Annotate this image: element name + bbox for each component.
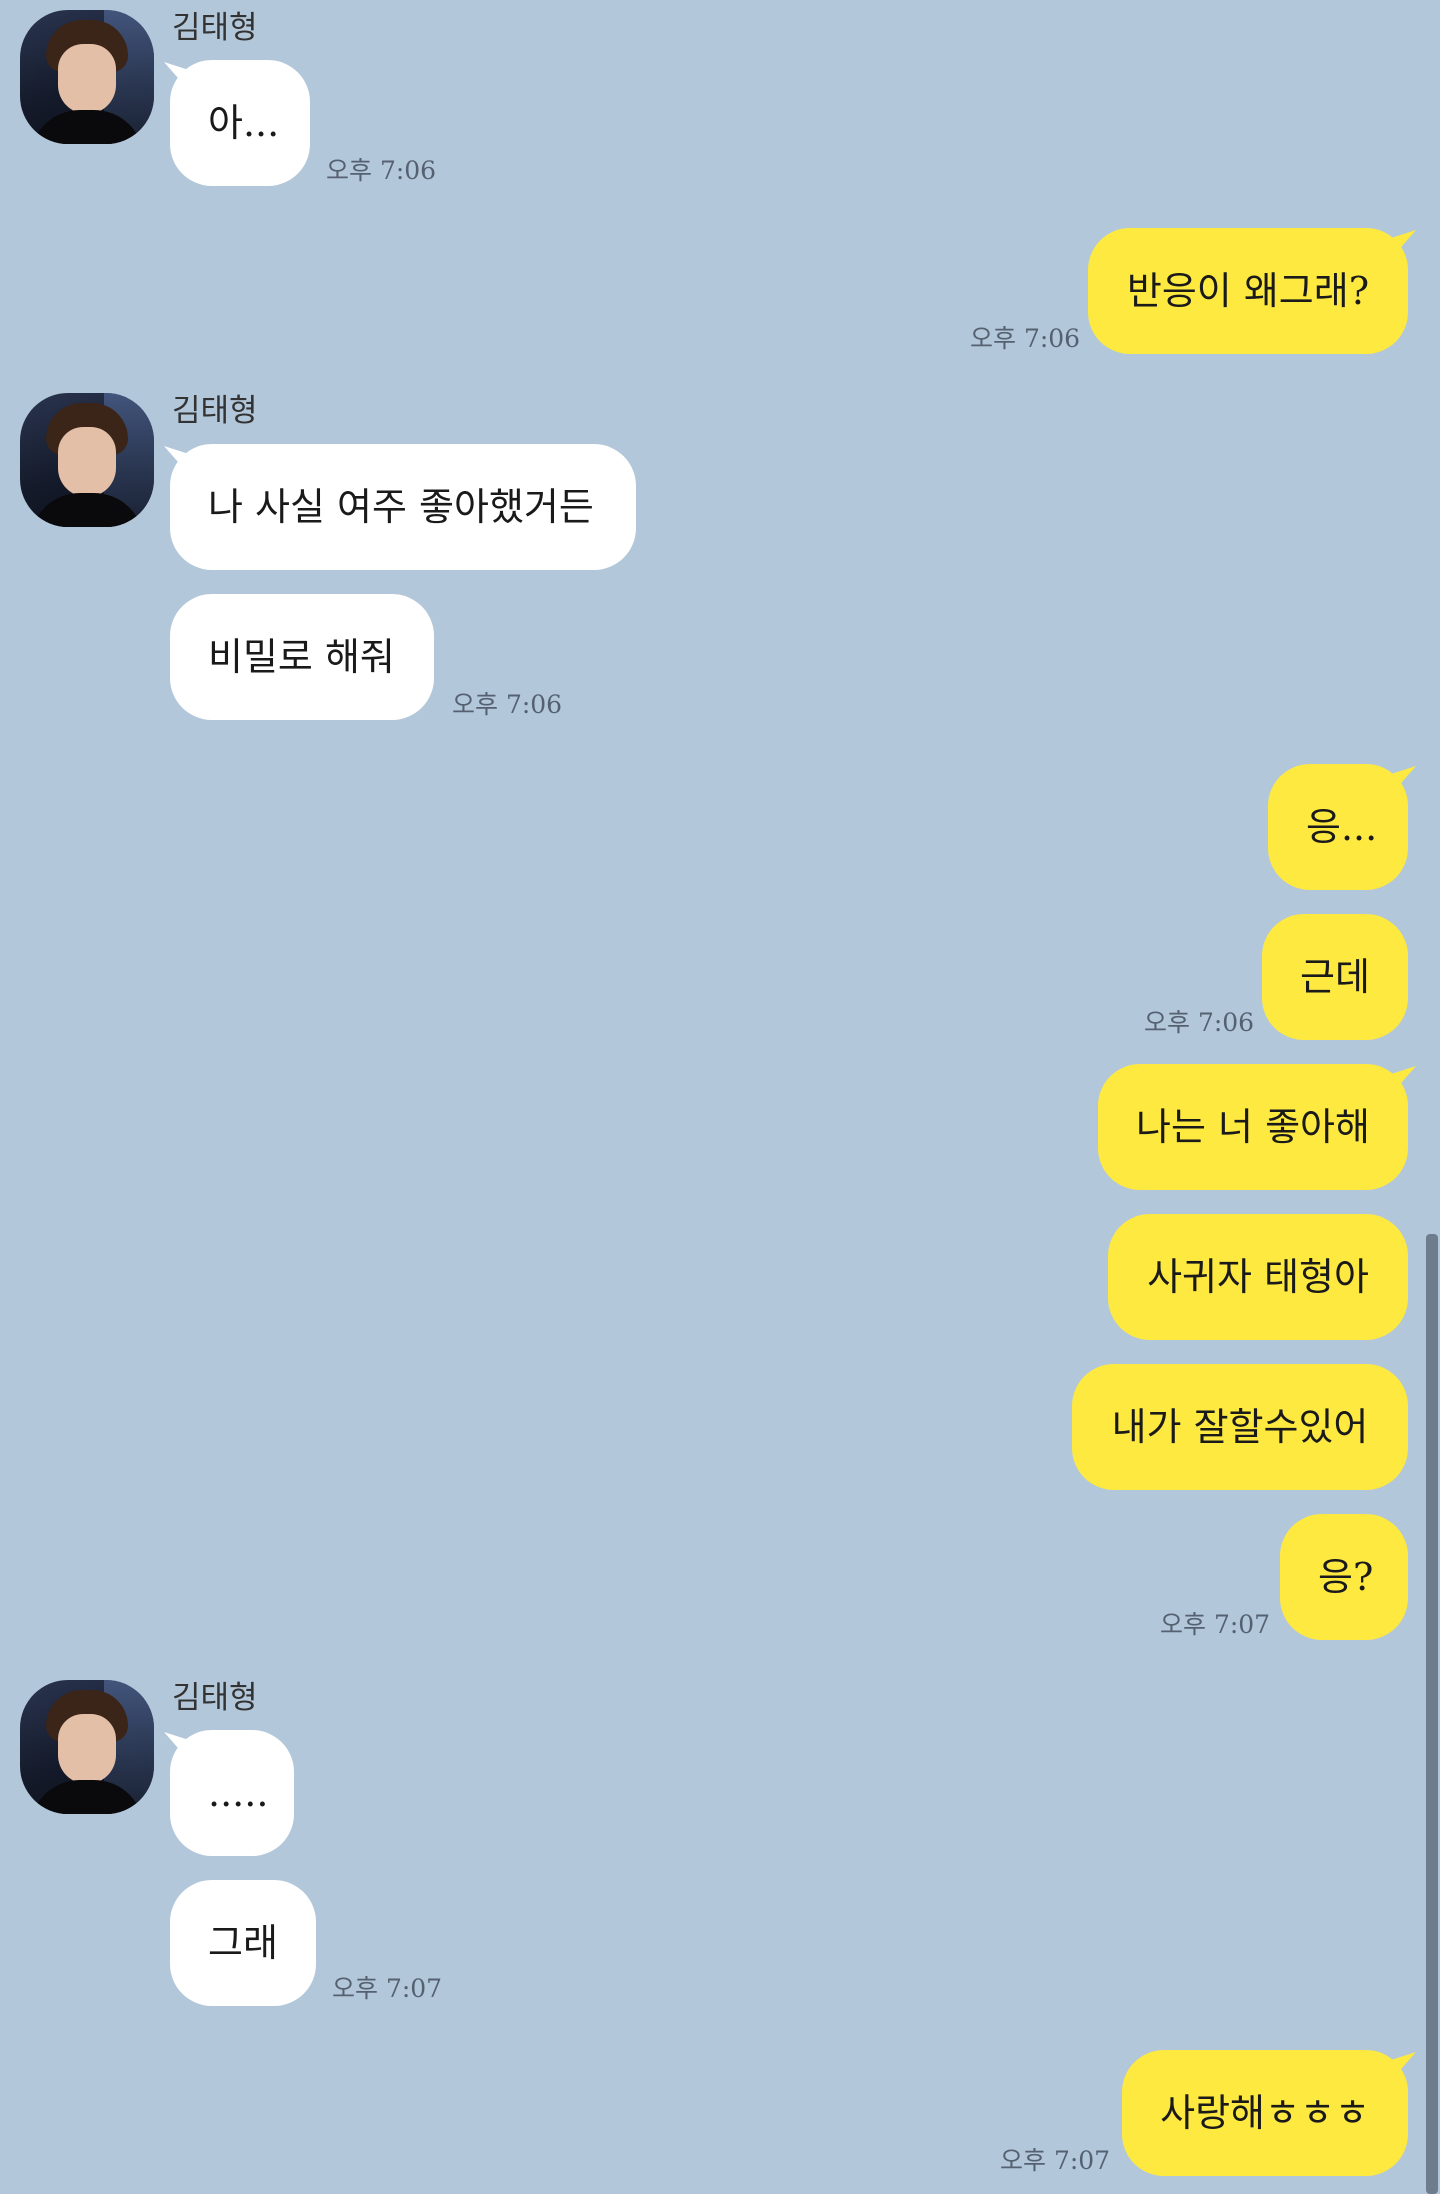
message-timestamp: 오후 7:07 [1160, 1610, 1271, 1639]
message-bubble-incoming[interactable]: ..... [170, 1730, 294, 1856]
message-bubble-outgoing[interactable]: 사랑해ㅎㅎㅎ [1122, 2050, 1408, 2176]
message-bubble-outgoing[interactable]: 근데 [1262, 914, 1408, 1040]
message-bubble-outgoing[interactable]: 응? [1280, 1514, 1408, 1640]
message-bubble-incoming[interactable]: 비밀로 해줘 [170, 594, 434, 720]
message-timestamp: 오후 7:07 [332, 1974, 443, 2003]
contact-avatar[interactable] [20, 10, 154, 144]
message-bubble-incoming[interactable]: 아... [170, 60, 310, 186]
contact-avatar[interactable] [20, 393, 154, 527]
message-bubble-outgoing[interactable]: 반응이 왜그래? [1088, 228, 1408, 354]
contact-avatar[interactable] [20, 1680, 154, 1814]
message-bubble-incoming[interactable]: 나 사실 여주 좋아했거든 [170, 444, 636, 570]
sender-name: 김태형 [172, 393, 258, 429]
message-bubble-outgoing[interactable]: 내가 잘할수있어 [1072, 1364, 1408, 1490]
avatar-face [58, 1714, 116, 1784]
message-bubble-outgoing[interactable]: 사귀자 태형아 [1108, 1214, 1408, 1340]
message-timestamp: 오후 7:06 [452, 690, 563, 719]
message-timestamp: 오후 7:06 [1144, 1008, 1255, 1037]
avatar-face [58, 427, 116, 497]
message-timestamp: 오후 7:06 [970, 324, 1081, 353]
message-timestamp: 오후 7:06 [326, 156, 437, 185]
sender-name: 김태형 [172, 1680, 258, 1716]
message-bubble-incoming[interactable]: 그래 [170, 1880, 316, 2006]
sender-name: 김태형 [172, 10, 258, 46]
avatar-face [58, 44, 116, 114]
message-bubble-outgoing[interactable]: 나는 너 좋아해 [1098, 1064, 1408, 1190]
message-bubble-outgoing[interactable]: 응... [1268, 764, 1408, 890]
scrollbar[interactable] [1426, 1234, 1438, 2194]
message-timestamp: 오후 7:07 [1000, 2146, 1111, 2175]
